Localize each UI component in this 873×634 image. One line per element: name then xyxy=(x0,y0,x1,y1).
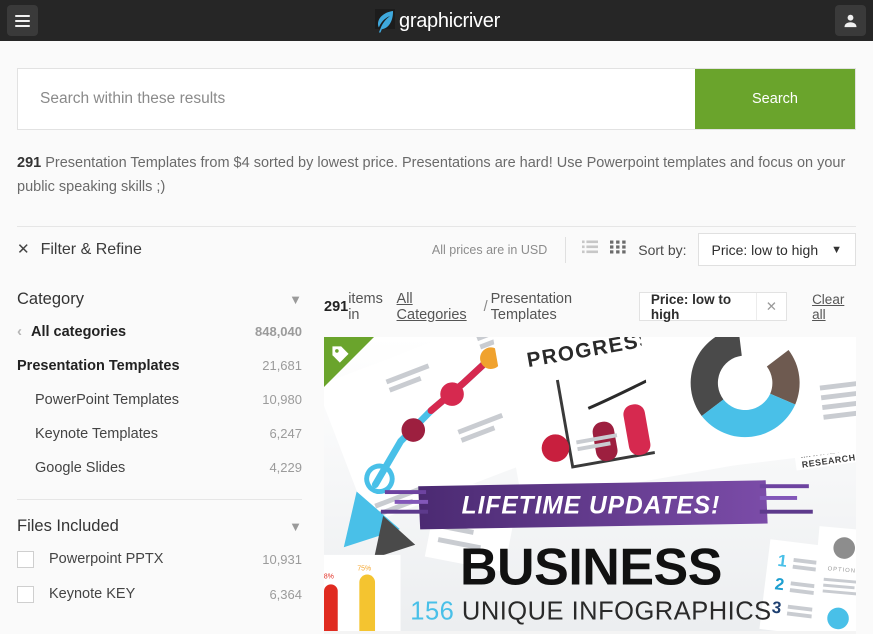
breadcrumb-current: Presentation Templates xyxy=(490,290,573,323)
hamburger-menu-button[interactable] xyxy=(7,5,38,36)
facet-row-all-categories[interactable]: ‹ All categories 848,040 xyxy=(17,315,302,349)
item-headline-text: BUSINESS xyxy=(460,538,722,596)
toolbar-separator xyxy=(565,236,567,263)
search-input[interactable] xyxy=(18,69,695,129)
list-view-button[interactable] xyxy=(582,240,599,259)
search-bar: Search xyxy=(17,68,856,130)
feather-quill-icon xyxy=(375,8,396,32)
facet-row-powerpoint-pptx[interactable]: Powerpoint PPTX 10,931 xyxy=(17,542,302,577)
list-view-icon xyxy=(582,240,599,254)
close-x-icon[interactable]: ✕ xyxy=(755,293,786,321)
facet-count: 21,681 xyxy=(262,358,302,374)
results-toolbar: ✕ Filter & Refine All prices are in USD xyxy=(17,227,856,273)
breadcrumb-all-categories[interactable]: All Categories xyxy=(397,291,477,323)
account-button[interactable] xyxy=(835,5,866,36)
item-subhead-text: 156 UNIQUE INFOGRAPHICS xyxy=(410,598,771,626)
filter-and-refine-toggle[interactable]: ✕ Filter & Refine xyxy=(17,241,142,259)
facet-category-header[interactable]: Category ▼ xyxy=(17,273,302,315)
active-filter-label: Price: low to high xyxy=(650,291,732,322)
user-avatar-icon xyxy=(844,14,857,28)
price-tag-icon xyxy=(332,346,349,363)
breadcrumb-separator: / xyxy=(483,298,488,315)
facet-row-google-slides[interactable]: Google Slides 4,229 xyxy=(17,451,302,485)
results-description-text: Presentation Templates from $4 sorted by… xyxy=(17,155,846,195)
facet-count: 10,931 xyxy=(262,551,302,567)
facet-label: PowerPoint Templates xyxy=(35,391,180,408)
chevron-down-icon: ▼ xyxy=(289,291,302,307)
top-navigation-bar: graphicriver xyxy=(0,0,873,41)
lifetime-updates-banner: LIFETIME UPDATES! xyxy=(380,480,813,530)
facet-files-included: Files Included ▼ Powerpoint PPTX 10,931 … xyxy=(17,500,302,612)
facet-count: 6,364 xyxy=(269,586,302,602)
page-content: Category ▼ ‹ All categories 848,040 Pres… xyxy=(0,273,873,634)
logo-text: graphicriver xyxy=(399,9,500,32)
facet-label: Presentation Templates xyxy=(17,357,180,374)
grid-view-icon xyxy=(610,240,626,254)
facet-files-included-title: Files Included xyxy=(17,516,119,535)
results-breadcrumb-row: 291 items in All Categories / Presentati… xyxy=(324,273,856,337)
checkbox-powerpoint-pptx[interactable] xyxy=(17,550,34,568)
sort-by-label: Sort by: xyxy=(638,241,687,258)
facet-row-keynote-templates[interactable]: Keynote Templates 6,247 xyxy=(17,417,302,451)
checkbox-keynote-key[interactable] xyxy=(17,585,34,603)
close-x-icon: ✕ xyxy=(17,241,30,259)
facet-files-included-header[interactable]: Files Included ▼ xyxy=(17,500,302,542)
facet-count: 848,040 xyxy=(255,324,302,340)
facet-label: Powerpoint PPTX xyxy=(49,551,164,568)
chevron-down-icon: ▼ xyxy=(289,518,302,534)
facet-count: 10,980 xyxy=(262,392,302,408)
facet-row-powerpoint-templates[interactable]: PowerPoint Templates 10,980 xyxy=(17,383,302,417)
search-button[interactable]: Search xyxy=(695,69,855,129)
toolbar-right-group: All prices are in USD Sort by: Price: lo… xyxy=(431,233,856,267)
results-item-count: 291 xyxy=(324,298,349,315)
facet-count: 6,247 xyxy=(269,426,302,442)
facet-category: Category ▼ ‹ All categories 848,040 Pres… xyxy=(17,273,302,485)
chevron-down-icon: ▼ xyxy=(831,243,842,256)
item-thumbnail-image: PROGRESS GR RESEARCH 8% 75% 1 2 3 OPTION… xyxy=(324,336,856,632)
currency-note: All prices are in USD xyxy=(431,242,548,257)
sort-by-select[interactable]: Price: low to high ▼ xyxy=(697,233,856,267)
facet-category-title: Category xyxy=(17,289,84,308)
filter-and-refine-label: Filter & Refine xyxy=(40,240,142,258)
facet-label: Google Slides xyxy=(35,459,126,476)
results-count-inline: 291 xyxy=(17,155,42,171)
facet-label: All categories xyxy=(31,323,127,340)
facet-row-presentation-templates[interactable]: Presentation Templates 21,681 xyxy=(17,349,302,383)
active-filter-chip[interactable]: Price: low to high ✕ xyxy=(638,291,788,322)
item-card[interactable]: PROGRESS GR RESEARCH 8% 75% 1 2 3 OPTION… xyxy=(324,336,856,634)
chevron-left-icon: ‹ xyxy=(17,323,22,341)
svg-text:75%: 75% xyxy=(357,565,371,572)
facet-label: Keynote KEY xyxy=(49,586,136,603)
results-items-in-text: items in xyxy=(348,290,383,323)
facet-label: Keynote Templates xyxy=(35,425,159,442)
grid-view-button[interactable] xyxy=(610,240,626,259)
results-description: 291 Presentation Templates from $4 sorte… xyxy=(17,152,856,200)
facet-count: 4,229 xyxy=(269,460,302,476)
filters-sidebar: Category ▼ ‹ All categories 848,040 Pres… xyxy=(17,273,302,634)
svg-text:48%: 48% xyxy=(324,573,334,580)
results-panel: 291 items in All Categories / Presentati… xyxy=(302,273,856,634)
svg-text:LIFETIME UPDATES!: LIFETIME UPDATES! xyxy=(462,493,721,520)
clear-all-filters-link[interactable]: Clear all xyxy=(812,292,856,322)
site-logo[interactable]: graphicriver xyxy=(373,8,500,34)
facet-row-keynote-key[interactable]: Keynote KEY 6,364 xyxy=(17,577,302,612)
sort-by-value: Price: low to high xyxy=(711,241,819,258)
hamburger-menu-icon xyxy=(15,12,30,30)
